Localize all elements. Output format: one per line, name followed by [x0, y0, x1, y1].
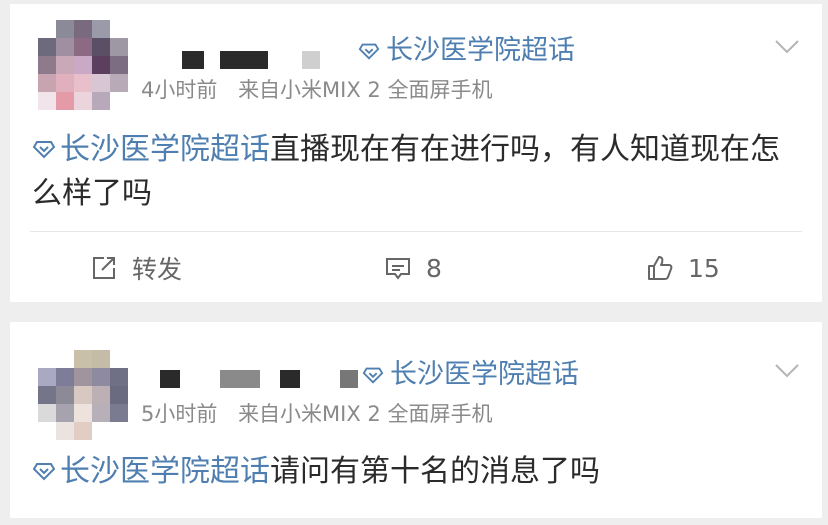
repost-icon: [93, 257, 115, 279]
like-count: 15: [688, 253, 720, 283]
post-content: 长沙医学院超话请问有第十名的消息了吗: [32, 450, 802, 494]
super-topic-name: 长沙医学院超话: [386, 35, 575, 66]
super-topic-link[interactable]: 长沙医学院超话: [358, 34, 575, 68]
inline-topic-text: 长沙医学院超话: [60, 454, 270, 489]
super-topic-diamond-icon: [32, 137, 56, 161]
avatar[interactable]: [38, 350, 130, 442]
post-text: 请问有第十名的消息了吗: [270, 454, 600, 489]
super-topic-diamond-icon: [358, 40, 380, 62]
divider: [30, 231, 802, 232]
weibo-post-2: 长沙医学院超话 5小时前 来自小米MIX 2 全面屏手机 长沙医学院超话请问有第…: [10, 322, 822, 518]
weibo-post-1: 长沙医学院超话 4小时前 来自小米MIX 2 全面屏手机 长沙医学院超话直播现在…: [10, 4, 822, 302]
post-meta: 4小时前 来自小米MIX 2 全面屏手机: [141, 76, 492, 104]
repost-label: 转发: [132, 255, 183, 284]
post-content: 长沙医学院超话直播现在有在进行吗，有人知道现在怎么样了吗: [32, 128, 802, 216]
post-source: 来自小米MIX 2 全面屏手机: [238, 402, 493, 426]
like-button[interactable]: 15: [646, 250, 720, 286]
comment-button[interactable]: 8: [384, 250, 442, 286]
inline-topic-text: 长沙医学院超话: [60, 132, 270, 167]
post-time: 5小时前: [141, 402, 218, 426]
super-topic-link[interactable]: 长沙医学院超话: [362, 358, 579, 392]
repost-button[interactable]: 转发: [90, 250, 182, 286]
post-meta: 5小时前 来自小米MIX 2 全面屏手机: [141, 400, 492, 428]
inline-topic-link[interactable]: 长沙医学院超话: [32, 454, 270, 489]
super-topic-diamond-icon: [32, 459, 56, 483]
post-source: 来自小米MIX 2 全面屏手机: [238, 78, 493, 102]
inline-topic-link[interactable]: 长沙医学院超话: [32, 132, 270, 167]
chevron-down-icon[interactable]: [774, 362, 800, 380]
chevron-down-icon[interactable]: [774, 38, 800, 56]
super-topic-diamond-icon: [362, 364, 384, 386]
like-icon: [648, 256, 673, 280]
comment-icon: [386, 258, 410, 280]
super-topic-name: 长沙医学院超话: [390, 359, 579, 390]
avatar[interactable]: [38, 20, 130, 112]
post-time: 4小时前: [141, 78, 218, 102]
comment-count: 8: [426, 253, 442, 283]
